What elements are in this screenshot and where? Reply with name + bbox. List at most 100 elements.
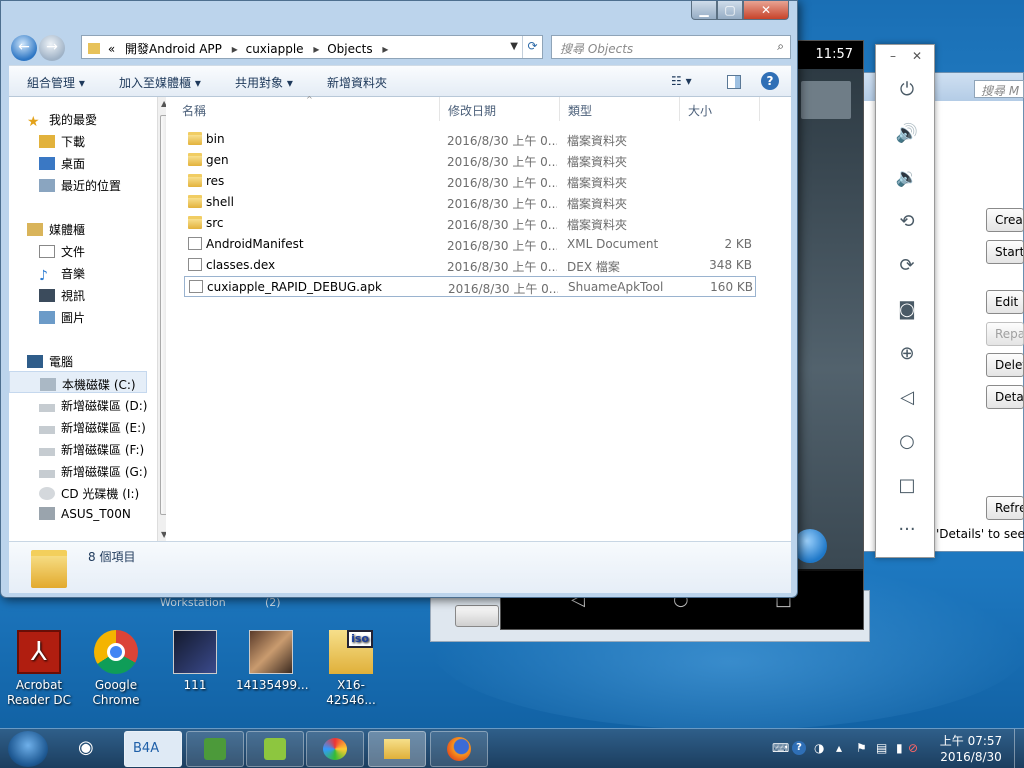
desktop-icon-chrome[interactable]: Google Chrome <box>81 630 151 708</box>
desktop-icon-label: 111 <box>183 678 207 692</box>
create-button[interactable]: Creat <box>986 208 1024 232</box>
nav-libraries[interactable]: 媒體櫃 <box>27 217 167 239</box>
rotate-right-icon[interactable]: ⟳ <box>894 253 920 279</box>
weibo-icon[interactable]: ◉ <box>64 731 122 767</box>
download-app-icon[interactable] <box>186 731 244 767</box>
breadcrumb-item[interactable]: cuxiapple <box>246 42 304 56</box>
minimize-icon[interactable]: – <box>890 49 896 63</box>
help-icon[interactable]: ? <box>761 72 779 90</box>
battery-icon[interactable]: ▮ <box>896 741 903 755</box>
delete-button[interactable]: Delet <box>986 353 1024 377</box>
camera-icon[interactable]: ◙ <box>894 297 920 323</box>
file-row[interactable]: res 2016/8/30 上午 0... 檔案資料夾 <box>184 171 756 192</box>
desktop-icon-iso[interactable]: iso X16-42546... <box>316 630 386 708</box>
desktop-icon-photo[interactable]: 14135499... <box>236 630 309 693</box>
new-folder-button[interactable]: 新增資料夾 <box>327 74 387 91</box>
volume-up-icon[interactable]: 🔊 <box>894 121 920 147</box>
file-row-selected[interactable]: cuxiapple_RAPID_DEBUG.apk 2016/8/30 上午 0.… <box>184 276 756 297</box>
close-icon[interactable]: ✕ <box>912 49 922 63</box>
address-dropdown-icon[interactable]: ▼ <box>510 41 518 52</box>
flag-icon[interactable]: ⚑ <box>856 741 867 755</box>
nav-computer[interactable]: 電腦 <box>27 349 167 371</box>
power-icon[interactable]: ⏻ <box>894 77 920 103</box>
desktop-icon-111[interactable]: 111 <box>160 630 230 693</box>
more-icon[interactable]: ··· <box>894 517 920 543</box>
desktop-icon-acrobat[interactable]: ⅄ Acrobat Reader DC <box>4 630 74 708</box>
file-row[interactable]: src 2016/8/30 上午 0... 檔案資料夾 <box>184 213 756 234</box>
firefox-app-icon[interactable] <box>430 731 488 767</box>
file-row[interactable]: gen 2016/8/30 上午 0... 檔案資料夾 <box>184 150 756 171</box>
widget-block <box>801 81 851 119</box>
column-name[interactable]: 名稱 ^ <box>174 95 440 121</box>
image-thumbnail-icon <box>173 630 217 674</box>
home-icon[interactable]: ○ <box>894 429 920 455</box>
search-icon[interactable]: ⌕ <box>777 39 784 54</box>
nav-label: 音樂 <box>61 267 86 281</box>
rotate-left-icon[interactable]: ⟲ <box>894 209 920 235</box>
include-in-library-menu[interactable]: 加入至媒體櫃 ▾ <box>119 74 201 91</box>
file-size: 2 KB <box>724 237 752 251</box>
emulator-app-icon[interactable] <box>246 731 304 767</box>
details-button[interactable]: Detai <box>986 385 1024 409</box>
column-size[interactable]: 大小 <box>680 97 760 121</box>
breadcrumb-overflow[interactable]: « <box>108 42 115 56</box>
volume-down-icon[interactable]: 🔉 <box>894 165 920 191</box>
refresh-icon[interactable]: ⟳ <box>522 36 542 58</box>
keyboard-icon[interactable]: ⌨ <box>772 741 789 755</box>
volume-muted-icon[interactable]: ⊘ <box>908 741 918 755</box>
search-input[interactable]: 搜尋 Objects ⌕ <box>551 35 791 59</box>
file-name: AndroidManifest <box>206 237 304 251</box>
back-button[interactable]: ← <box>11 35 37 61</box>
file-row[interactable]: classes.dex 2016/8/30 上午 0... DEX 檔案 348 KB <box>184 255 756 276</box>
breadcrumb-separator-icon[interactable]: ▸ <box>313 42 319 56</box>
nav-label: 新增磁碟區 (G:) <box>61 465 148 479</box>
background-search-input[interactable]: 搜尋 M <box>974 80 1024 98</box>
globe-icon[interactable] <box>793 529 827 563</box>
chrome-center <box>107 643 125 661</box>
breadcrumb-item[interactable]: Objects <box>327 42 372 56</box>
explorer-window[interactable]: ▁ ▢ ✕ ← → « 開發Android APP ▸ cuxiapple ▸ … <box>0 0 798 598</box>
network-icon[interactable]: ▤ <box>876 741 887 755</box>
forward-button[interactable]: → <box>39 35 65 61</box>
language-icon[interactable]: ◑ <box>814 741 824 755</box>
refresh-button[interactable]: Refre <box>986 496 1024 520</box>
breadcrumb-separator-icon[interactable]: ▸ <box>382 42 388 56</box>
preview-pane-icon[interactable] <box>727 75 741 89</box>
start-button[interactable] <box>8 731 48 767</box>
file-row[interactable]: AndroidManifest 2016/8/30 上午 0... XML Docu… <box>184 234 756 255</box>
file-row[interactable]: bin 2016/8/30 上午 0... 檔案資料夾 <box>184 129 756 150</box>
repair-button[interactable]: Repa <box>986 322 1024 346</box>
paint-app-icon[interactable] <box>306 731 364 767</box>
show-hidden-icons[interactable]: ▴ <box>836 741 842 755</box>
breadcrumb-separator-icon[interactable]: ▸ <box>232 42 238 56</box>
navigation-pane[interactable]: ★ 我的最愛 下載 桌面 最近的位置 媒體櫃 文件 ♪ 音樂 視訊 圖片 電腦 本機… <box>9 97 173 541</box>
explorer-app-icon[interactable] <box>368 731 426 767</box>
taskbar-b4a[interactable]: B4A <box>124 731 182 767</box>
minimize-button[interactable]: ▁ <box>691 1 717 20</box>
address-bar[interactable]: « 開發Android APP ▸ cuxiapple ▸ Objects ▸ … <box>81 35 543 59</box>
palette-icon <box>323 738 347 760</box>
overview-icon[interactable]: □ <box>894 473 920 499</box>
file-list[interactable]: 名稱 ^ 修改日期 類型 大小 bin 2016/8/30 上午 0... 檔案資料夾… <box>166 95 791 541</box>
nav-drive-c[interactable]: 本機磁碟 (C:) <box>9 371 147 393</box>
column-type[interactable]: 類型 <box>560 97 680 121</box>
system-clock[interactable]: 上午 07:57 2016/8/30 <box>928 733 1014 765</box>
view-options-icon[interactable]: ☷ ▾ <box>671 74 692 88</box>
column-date[interactable]: 修改日期 <box>440 97 560 121</box>
file-row[interactable]: shell 2016/8/30 上午 0... 檔案資料夾 <box>184 192 756 213</box>
show-desktop-button[interactable] <box>1014 729 1024 768</box>
edit-button[interactable]: Edit <box>986 290 1024 314</box>
close-button[interactable]: ✕ <box>743 1 789 20</box>
help-tray-icon[interactable]: ? <box>792 741 806 755</box>
zoom-icon[interactable]: ⊕ <box>894 341 920 367</box>
nav-label: 媒體櫃 <box>49 223 86 237</box>
maximize-button[interactable]: ▢ <box>717 1 743 20</box>
share-with-menu[interactable]: 共用對象 ▾ <box>235 74 293 91</box>
usb-drive-icon <box>455 605 499 627</box>
breadcrumb-item[interactable]: 開發Android APP <box>125 42 222 56</box>
organize-menu[interactable]: 組合管理 ▾ <box>27 74 85 91</box>
file-date: 2016/8/30 上午 0... <box>447 260 557 274</box>
back-icon[interactable]: ◁ <box>894 385 920 411</box>
nav-favorites[interactable]: ★ 我的最愛 <box>27 107 167 130</box>
start-button[interactable]: Start <box>986 240 1024 264</box>
